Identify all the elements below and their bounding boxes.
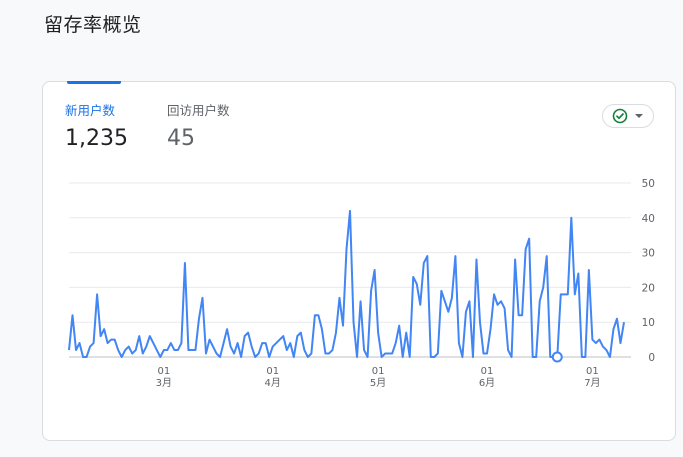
x-tick-label: 01: [157, 366, 170, 377]
y-tick-label: 40: [642, 213, 655, 225]
x-tick-label: 5月: [370, 377, 386, 389]
x-tick-label: 6月: [479, 377, 495, 389]
x-tick-label: 3月: [156, 377, 172, 389]
x-tick-label: 4月: [265, 377, 281, 389]
x-tick-label: 01: [586, 366, 599, 377]
y-tick-label: 50: [642, 178, 655, 190]
x-tick-label: 01: [266, 366, 279, 377]
y-tick-label: 30: [642, 248, 655, 260]
new-users-series-line: [68, 209, 625, 358]
page-title: 留存率概览: [44, 14, 142, 36]
y-tick-label: 0: [648, 352, 655, 364]
y-tick-label: 20: [642, 282, 655, 294]
x-tick-label: 01: [372, 366, 385, 377]
x-tick-label: 01: [481, 366, 494, 377]
hover-point-marker[interactable]: [551, 351, 563, 363]
x-tick-label: 7月: [584, 377, 600, 389]
new-users-line-chart: 01020304050 013月014月015月016月017月: [68, 178, 655, 389]
retention-overview-card: 新用户数 1,235 回访用户数 45 0 10 20 30 40 50 01 3月 01 4月…: [42, 81, 676, 441]
y-tick-label: 10: [642, 317, 655, 329]
